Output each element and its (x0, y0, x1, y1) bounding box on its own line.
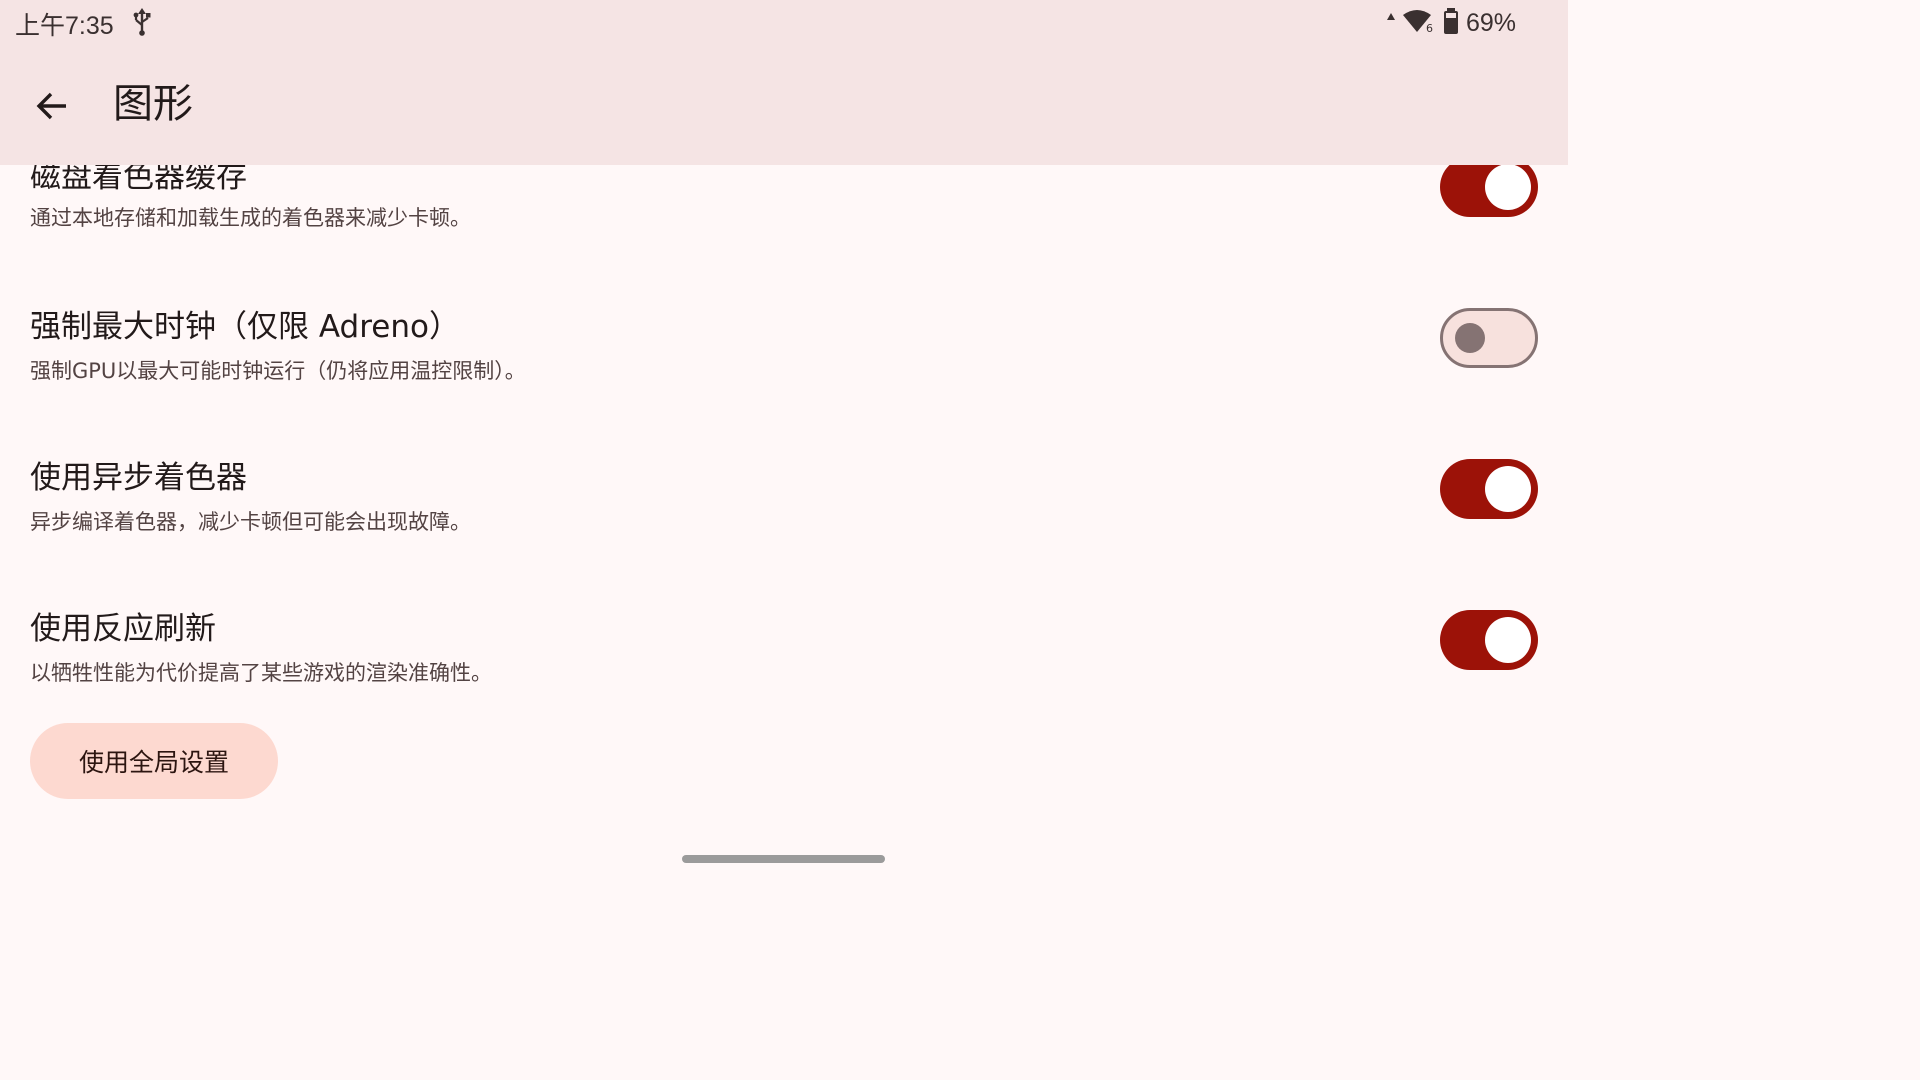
toggle-switch[interactable] (1440, 610, 1538, 670)
switch-thumb (1455, 323, 1485, 353)
setting-description: 通过本地存储和加载生成的着色器来减少卡顿。 (30, 206, 471, 230)
settings-list: 磁盘着色器缓存 通过本地存储和加载生成的着色器来减少卡顿。 强制最大时钟（仅限 … (0, 165, 1568, 882)
toggle-switch[interactable] (1440, 308, 1538, 368)
switch-thumb (1485, 165, 1531, 210)
setting-disk-shader-cache[interactable]: 磁盘着色器缓存 通过本地存储和加载生成的着色器来减少卡顿。 (0, 165, 1568, 255)
status-time: 上午7:35 (15, 12, 114, 40)
switch-thumb (1485, 466, 1531, 512)
setting-title: 强制最大时钟（仅限 Adreno） (30, 309, 460, 345)
status-icons: 6 69% (1386, 6, 1516, 40)
signal-arrow-icon (1386, 8, 1396, 38)
page-title: 图形 (113, 81, 193, 127)
use-global-settings-button[interactable]: 使用全局设置 (30, 723, 278, 799)
setting-async-shaders[interactable]: 使用异步着色器 异步编译着色器，减少卡顿但可能会出现故障。 (0, 412, 1568, 562)
svg-text:6: 6 (1426, 22, 1433, 34)
setting-description: 异步编译着色器，减少卡顿但可能会出现故障。 (30, 510, 471, 534)
setting-title: 磁盘着色器缓存 (30, 165, 247, 195)
gesture-nav-handle[interactable] (682, 855, 885, 863)
switch-thumb (1485, 617, 1531, 663)
setting-description: 强制GPU以最大可能时钟运行（仍将应用温控限制）。 (30, 359, 526, 383)
toggle-switch[interactable] (1440, 459, 1538, 519)
top-app-bar: 图形 (0, 48, 1568, 165)
screen: 上午7:35 6 69% 图形 磁盘着色器缓存 通过本地存储和加载生成的着色器来… (0, 0, 1568, 882)
setting-reactive-flushing[interactable]: 使用反应刷新 以牺牲性能为代价提高了某些游戏的渲染准确性。 (0, 563, 1568, 713)
setting-description: 以牺牲性能为代价提高了某些游戏的渲染准确性。 (30, 661, 492, 685)
usb-icon (132, 8, 152, 36)
battery-percent: 69% (1465, 8, 1516, 37)
setting-title: 使用异步着色器 (30, 460, 247, 496)
toggle-switch[interactable] (1440, 165, 1538, 217)
arrow-back-icon (35, 89, 69, 127)
battery-icon (1442, 7, 1460, 39)
back-button[interactable] (26, 82, 78, 134)
wifi-icon: 6 (1402, 8, 1436, 38)
setting-title: 使用反应刷新 (30, 611, 216, 647)
status-bar: 上午7:35 6 69% (0, 0, 1568, 48)
setting-force-max-clock[interactable]: 强制最大时钟（仅限 Adreno） 强制GPU以最大可能时钟运行（仍将应用温控限… (0, 261, 1568, 411)
